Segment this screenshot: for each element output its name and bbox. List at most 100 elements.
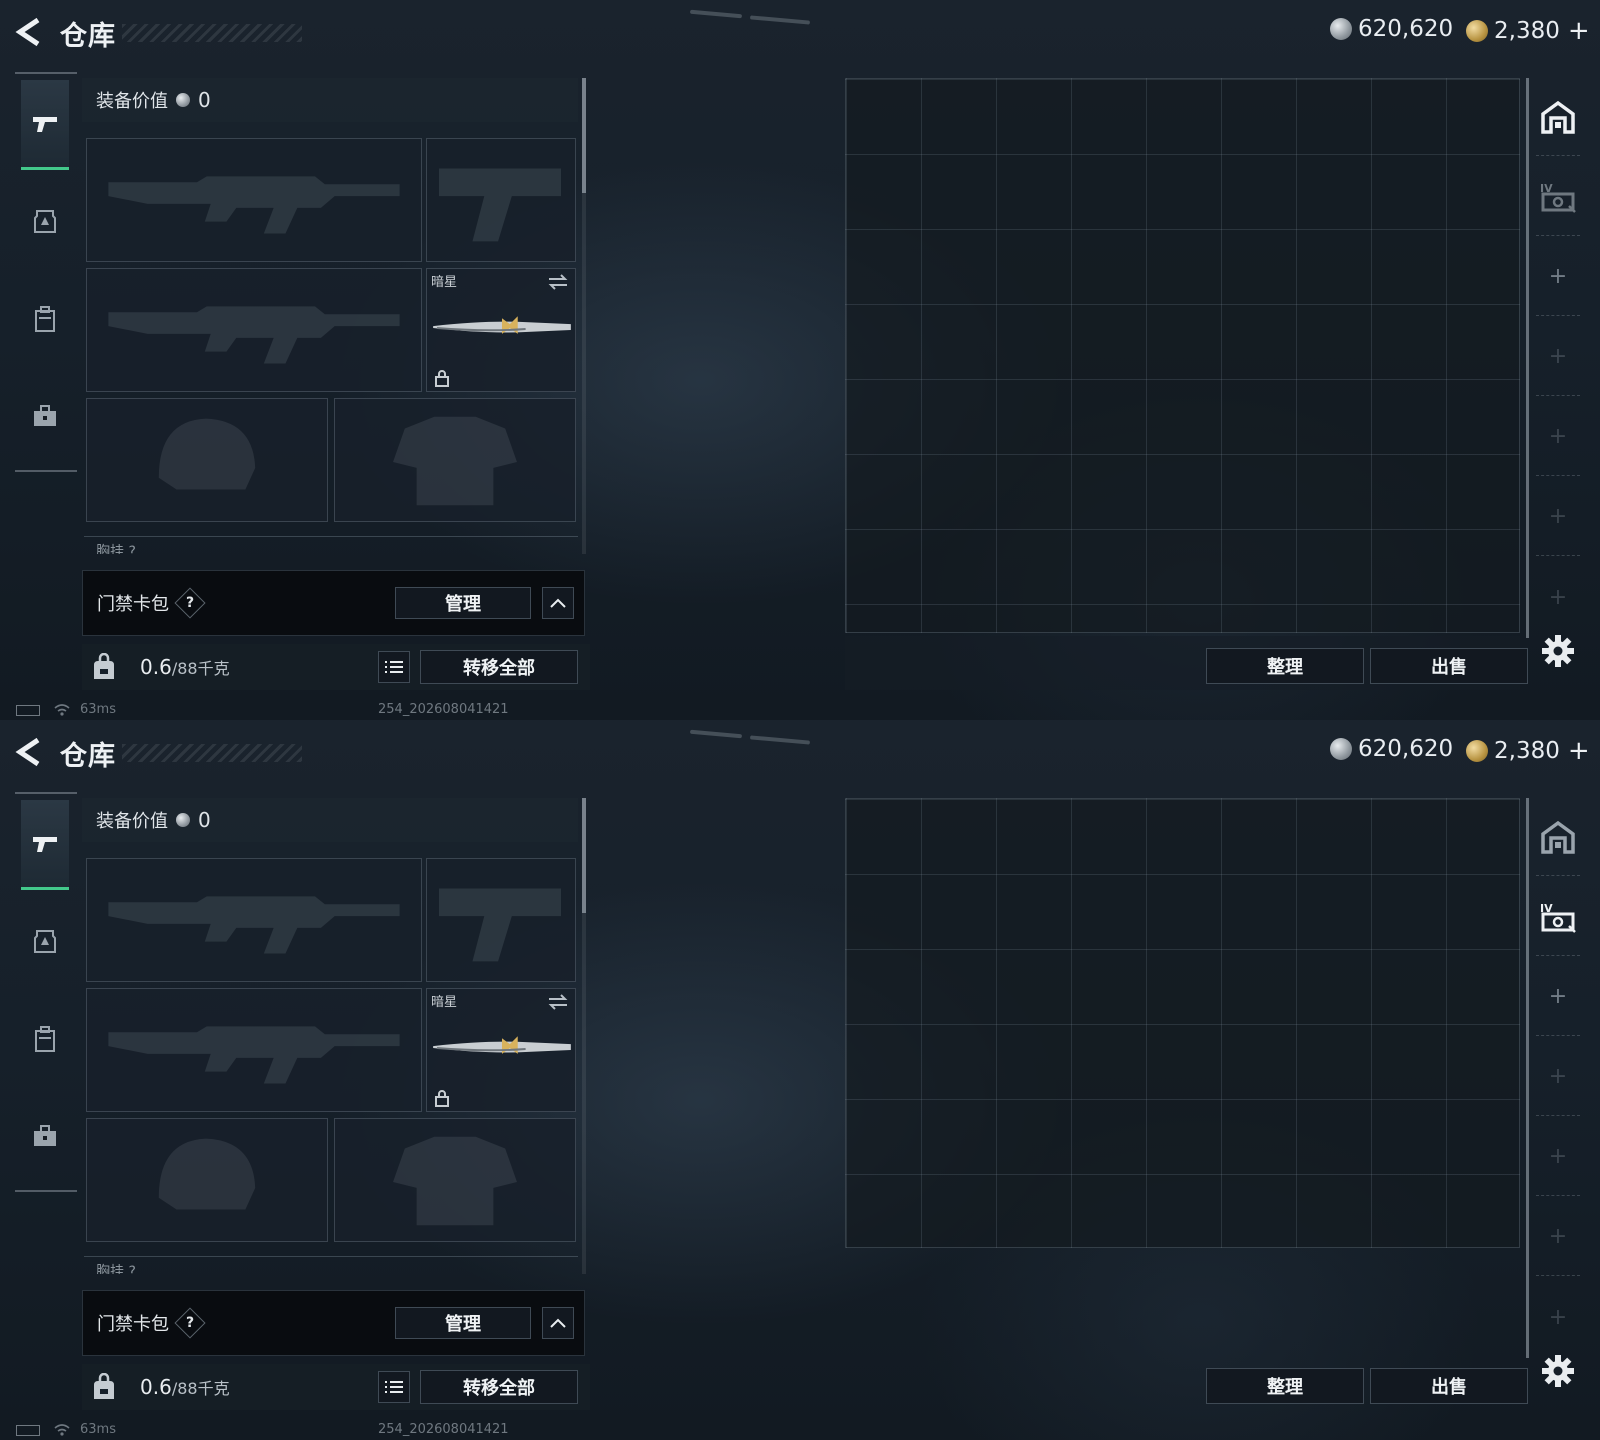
helmet-slot[interactable] (86, 398, 328, 522)
nav-armor-tab[interactable] (21, 897, 69, 987)
nav-weapon-tab[interactable] (21, 800, 69, 890)
nav-weapon-tab[interactable] (21, 80, 69, 170)
equipment-panel: 装备价值 0 暗星 胸挂 ? (82, 798, 587, 1274)
sort-button[interactable]: 整理 (1206, 1368, 1364, 1404)
equipment-panel: 装备价值 0 暗星 胸挂 ? (82, 78, 587, 554)
backpack-icon (35, 306, 55, 332)
back-arrow-icon[interactable] (14, 16, 46, 48)
primary-weapon-slot[interactable] (86, 858, 422, 982)
rail-add-tab[interactable]: + (1536, 478, 1580, 556)
rail-warehouse-tab[interactable] (1536, 78, 1580, 156)
category-nav (15, 72, 77, 472)
top-bar: 仓库 620,620 2,380 + (0, 720, 1600, 784)
rail-add-tab[interactable]: + (1536, 1118, 1580, 1196)
melee-weapon-slot[interactable]: 暗星 (426, 268, 576, 392)
manage-button[interactable]: 管理 (395, 1307, 531, 1339)
plus-icon: + (1548, 584, 1568, 610)
nav-briefcase-tab[interactable] (21, 371, 69, 461)
weight-bag-icon (94, 653, 114, 679)
equipment-value-header: 装备价值 0 (82, 798, 578, 842)
rifle-silhouette-icon (108, 896, 400, 954)
pistol-silhouette-icon (439, 168, 562, 242)
collapse-button[interactable] (542, 587, 574, 619)
plus-icon: + (1548, 1304, 1568, 1330)
backpack-icon (35, 1026, 55, 1052)
transfer-all-button[interactable]: 转移全部 (420, 1370, 578, 1404)
plus-icon: + (1548, 424, 1568, 449)
keycard-label: 门禁卡包 (97, 594, 169, 615)
knife-icon (433, 316, 571, 334)
rail-add-tab[interactable]: + (1536, 558, 1580, 636)
help-icon-glyph: ? (185, 1315, 195, 1331)
rail-add-tab[interactable]: + (1536, 238, 1580, 316)
armor-icon (34, 930, 56, 953)
list-view-button[interactable] (378, 1371, 410, 1403)
silver-amount: 620,620 (1358, 16, 1454, 42)
weight-readout: 0.6/88千克 (140, 1375, 230, 1399)
nav-backpack-tab[interactable] (21, 994, 69, 1084)
category-nav (15, 792, 77, 1192)
rail-add-tab[interactable]: + (1536, 958, 1580, 1036)
storage-grid[interactable] (845, 798, 1520, 1248)
battery-icon (16, 705, 40, 716)
sort-button[interactable]: 整理 (1206, 648, 1364, 684)
rail-level4-tab[interactable]: IV (1536, 158, 1580, 236)
page-title: 仓库 (60, 741, 116, 772)
vest-silhouette-icon (393, 416, 517, 506)
chest-rig-label: 胸挂 ? (84, 536, 578, 554)
rail-warehouse-tab[interactable] (1536, 798, 1580, 876)
rail-add-tab[interactable]: + (1536, 1278, 1580, 1356)
rail-add-tab[interactable]: + (1536, 1038, 1580, 1116)
sell-button[interactable]: 出售 (1370, 648, 1528, 684)
equipment-scrollbar[interactable] (582, 798, 586, 1274)
body-armor-slot[interactable] (334, 1118, 576, 1242)
scroll-thumb[interactable] (582, 798, 586, 913)
silver-coin-icon (1330, 18, 1352, 40)
settings-gear-icon[interactable] (1540, 1353, 1576, 1389)
equipment-scrollbar[interactable] (582, 78, 586, 554)
battery-icon (16, 1425, 40, 1436)
background-streak (749, 15, 811, 25)
settings-gear-icon[interactable] (1540, 633, 1576, 669)
storage-scrollbar[interactable] (1526, 78, 1529, 638)
add-currency-button[interactable]: + (1568, 16, 1590, 46)
lock-icon (435, 1090, 449, 1107)
rifle-silhouette-icon (108, 1026, 400, 1084)
rail-add-tab[interactable]: + (1536, 398, 1580, 476)
nav-backpack-tab[interactable] (21, 274, 69, 364)
back-arrow-icon[interactable] (14, 736, 46, 768)
gold-amount: 2,380 (1494, 738, 1560, 764)
primary-weapon-slot-2[interactable] (86, 268, 422, 392)
primary-weapon-slot-2[interactable] (86, 988, 422, 1112)
scroll-thumb[interactable] (582, 78, 586, 193)
storage-grid[interactable] (845, 78, 1520, 633)
collapse-button[interactable] (542, 1307, 574, 1339)
body-armor-slot[interactable] (334, 398, 576, 522)
silver-coin-icon (176, 813, 190, 827)
nav-armor-tab[interactable] (21, 177, 69, 267)
transfer-all-button[interactable]: 转移全部 (420, 650, 578, 684)
help-icon[interactable]: ? (174, 587, 206, 619)
chest-rig-label: 胸挂 ? (84, 1256, 578, 1274)
melee-weapon-slot[interactable]: 暗星 (426, 988, 576, 1112)
secondary-weapon-slot[interactable] (426, 858, 576, 982)
rail-add-tab[interactable]: + (1536, 1198, 1580, 1276)
background-streak (749, 735, 811, 745)
nav-briefcase-tab[interactable] (21, 1091, 69, 1181)
ping-readout: 63ms (80, 702, 116, 717)
secondary-weapon-slot[interactable] (426, 138, 576, 262)
rail-level4-tab[interactable]: IV (1536, 878, 1580, 956)
storage-footer: 整理 出售 (845, 1356, 1528, 1410)
primary-weapon-slot[interactable] (86, 138, 422, 262)
list-view-button[interactable] (378, 651, 410, 683)
sell-button[interactable]: 出售 (1370, 1368, 1528, 1404)
manage-button[interactable]: 管理 (395, 587, 531, 619)
rail-add-tab[interactable]: + (1536, 318, 1580, 396)
helmet-silhouette-icon (158, 418, 256, 490)
chevron-up-icon (550, 598, 566, 608)
helmet-slot[interactable] (86, 1118, 328, 1242)
help-icon[interactable]: ? (174, 1307, 206, 1339)
storage-scrollbar[interactable] (1526, 798, 1529, 1358)
add-currency-button[interactable]: + (1568, 736, 1590, 766)
plus-icon: + (1548, 344, 1568, 369)
